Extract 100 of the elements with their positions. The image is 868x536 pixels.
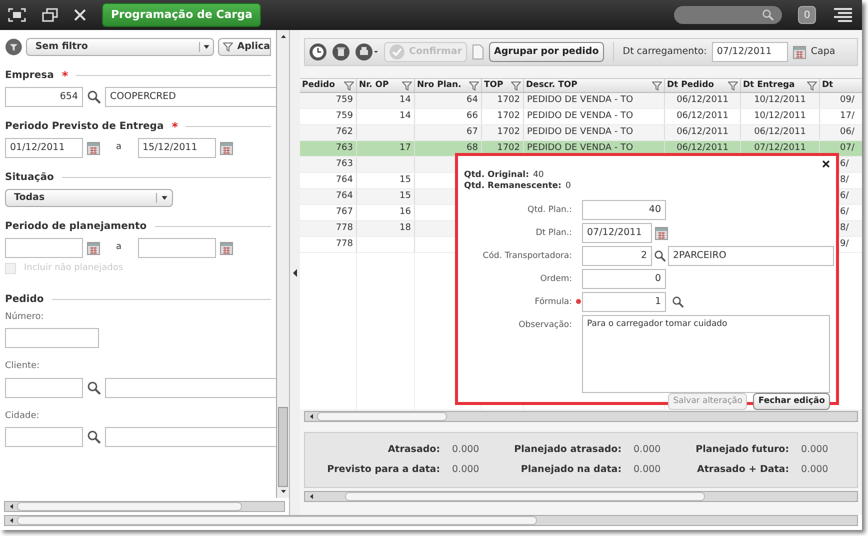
info-value: 40 <box>533 170 544 181</box>
input-field[interactable]: 2PARCEIRO <box>668 246 834 266</box>
horizontal-scrollbar[interactable] <box>304 411 858 422</box>
table-cell-text: PEDIDO DE VENDA - TO <box>527 94 634 107</box>
scroll-thumb[interactable] <box>17 502 242 511</box>
maximize-icon[interactable] <box>8 8 26 22</box>
table-cell-text: 762 <box>336 126 353 139</box>
horizontal-scrollbar[interactable] <box>4 515 858 526</box>
table-row[interactable]: 762 67 1702 PEDIDO DE VENDA - TO 06/12/2011 06/12/2011 06/ <box>300 125 862 141</box>
table-cell-text: 67 <box>466 126 478 139</box>
column-header[interactable]: Dt Entrega <box>741 79 820 92</box>
input-field[interactable] <box>105 378 276 398</box>
summary-value: 0.000 <box>452 463 480 477</box>
clock-icon[interactable] <box>309 43 327 61</box>
input-field[interactable]: 15/12/2011 <box>138 138 216 158</box>
column-header[interactable]: Pedido <box>300 79 357 92</box>
table-cell-text: 6/ <box>840 190 849 203</box>
table-row[interactable]: 759 14 64 1702 PEDIDO DE VENDA - TO 06/12/2011 10/12/2011 09/ <box>300 93 862 109</box>
collapse-icon[interactable] <box>292 268 298 278</box>
situation-select[interactable]: Todas <box>5 189 173 207</box>
field-label: Qtd. Plan.: <box>526 204 573 217</box>
search-icon[interactable] <box>87 430 101 444</box>
input-field[interactable] <box>5 427 83 447</box>
scroll-thumb[interactable] <box>317 412 447 421</box>
filter-icon[interactable] <box>511 80 521 90</box>
filter-icon[interactable] <box>807 80 817 90</box>
search-icon[interactable] <box>654 250 666 262</box>
group-button[interactable]: Agrupar por pedido <box>488 42 604 62</box>
apply-button[interactable]: Aplica <box>218 38 271 56</box>
search-icon[interactable] <box>87 380 101 394</box>
input-field[interactable]: 07/12/2011 <box>712 42 788 62</box>
field-label: Observação: <box>518 319 573 332</box>
input-field[interactable]: 654 <box>5 87 83 107</box>
toolbar-label: Capa <box>810 44 836 59</box>
section-title: Pedido <box>5 292 44 306</box>
filter-icon[interactable] <box>728 80 738 90</box>
column-header[interactable]: Dt Pedido <box>665 79 741 92</box>
input-field[interactable] <box>138 238 216 258</box>
table-cell-text: 1702 <box>497 110 520 123</box>
summary-label: Planejado atrasado: <box>513 442 623 457</box>
table-cell-text: 17/ <box>840 110 854 123</box>
close-edit-button[interactable]: Fechar edição <box>753 393 830 410</box>
filter-icon[interactable] <box>469 80 479 90</box>
search-field[interactable] <box>674 6 782 24</box>
calendar-icon[interactable] <box>655 226 668 240</box>
scroll-thumb[interactable] <box>278 407 288 487</box>
trash-icon[interactable] <box>332 43 350 61</box>
calendar-icon[interactable] <box>87 242 100 254</box>
input-field[interactable]: 40 <box>582 200 666 220</box>
filter-icon[interactable] <box>5 38 22 56</box>
filter-icon[interactable] <box>652 80 662 90</box>
column-header[interactable]: Descr. TOP <box>524 79 665 92</box>
print-menu-icon[interactable] <box>355 43 379 61</box>
scroll-thumb[interactable] <box>345 492 705 501</box>
info-label: Qtd. Original: <box>464 170 529 181</box>
filter-select[interactable]: Sem filtro <box>26 38 214 56</box>
table-cell-text: 9/ <box>840 238 849 251</box>
filter-icon[interactable] <box>223 42 234 52</box>
input-field[interactable] <box>5 378 83 398</box>
column-header[interactable]: Dt <box>820 79 862 92</box>
scroll-thumb[interactable] <box>17 516 537 525</box>
calendar-icon[interactable] <box>220 242 233 254</box>
table-cell-text: 06/12/2011 <box>676 110 728 123</box>
calendar-icon[interactable] <box>792 46 806 58</box>
input-field[interactable] <box>5 328 99 348</box>
input-field[interactable] <box>5 238 83 258</box>
summary-value: 0.000 <box>801 442 830 457</box>
column-header[interactable]: TOP <box>482 79 524 92</box>
text-area[interactable]: Para o carregador tomar cuidado <box>582 315 830 393</box>
check-icon <box>389 44 405 60</box>
column-header[interactable]: Nr. OP <box>357 79 415 92</box>
search-icon[interactable] <box>87 90 101 104</box>
input-field[interactable]: COOPERCRED <box>105 87 276 107</box>
document-icon[interactable] <box>472 44 484 60</box>
search-icon[interactable] <box>672 296 684 308</box>
calendar-icon[interactable] <box>220 142 233 154</box>
input-field[interactable]: 2 <box>582 246 652 266</box>
table-cell-text: 10/12/2011 <box>754 110 806 123</box>
filter-icon[interactable] <box>402 80 412 90</box>
summary-label: Atrasado: <box>386 442 441 457</box>
close-icon[interactable] <box>822 160 830 168</box>
field-label: Cód. Transportadora: <box>482 250 573 263</box>
summary-value: 0.000 <box>801 463 830 477</box>
input-field[interactable] <box>105 427 276 447</box>
horizontal-scrollbar[interactable] <box>304 491 858 502</box>
menu-icon[interactable] <box>832 7 854 23</box>
input-field[interactable]: 01/12/2011 <box>5 138 83 158</box>
input-field[interactable]: 1 <box>582 292 666 312</box>
field-label: Dt Plan.: <box>534 227 573 240</box>
horizontal-scrollbar[interactable] <box>4 501 285 512</box>
filter-icon[interactable] <box>344 80 354 90</box>
restore-icon[interactable] <box>42 8 58 22</box>
calendar-icon[interactable] <box>87 142 100 154</box>
input-field[interactable]: 0 <box>582 269 666 289</box>
info-value: 0 <box>565 181 571 192</box>
range-separator: a <box>116 241 122 254</box>
column-header[interactable]: Nro Plan. <box>415 79 482 92</box>
input-field[interactable]: 07/12/2011 <box>582 223 652 243</box>
vertical-scrollbar[interactable] <box>276 30 289 498</box>
table-row[interactable]: 759 14 66 1702 PEDIDO DE VENDA - TO 06/12/2011 10/12/2011 17/ <box>300 109 862 125</box>
